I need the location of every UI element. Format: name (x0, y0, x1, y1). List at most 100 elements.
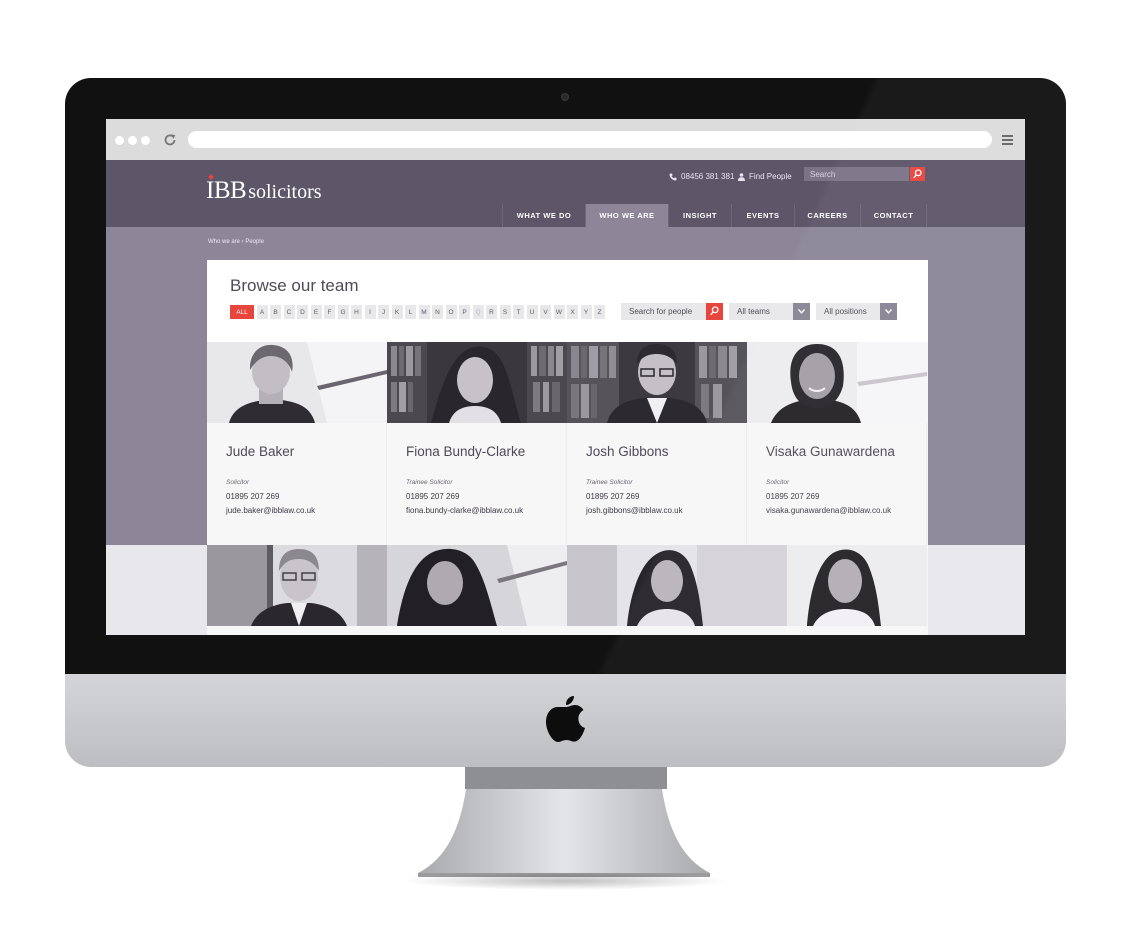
phone-link[interactable]: 08456 381 381 (669, 172, 734, 181)
person-info: Fiona Bundy-Clarke Trainee Solicitor 018… (387, 423, 567, 546)
site-header: IBB solicitors 08456 381 381 Find People … (106, 160, 1025, 227)
letter-filter[interactable]: I (364, 305, 376, 319)
person-role: Trainee Solicitor (406, 479, 453, 486)
person-info: Visaka Gunawardena Solicitor 01895 207 2… (747, 423, 927, 546)
person-role: Solicitor (766, 479, 790, 486)
nav-who-we-are[interactable]: WHO WE ARE (585, 204, 668, 227)
letter-filter[interactable]: B (270, 305, 281, 319)
person-email[interactable]: josh.gibbons@ibblaw.co.uk (586, 506, 683, 515)
person-phone[interactable]: 01895 207 269 (586, 492, 639, 501)
page-title: Browse our team (230, 276, 359, 295)
positions-select-value: All positions (824, 307, 867, 316)
person-phone[interactable]: 01895 207 269 (226, 492, 279, 501)
nav-contact[interactable]: CONTACT (860, 204, 927, 227)
nav-what-we-do[interactable]: WHAT WE DO (502, 204, 585, 227)
logo-ibb-text: IBB (206, 177, 247, 204)
search-icon (710, 306, 719, 316)
people-search-button[interactable] (706, 303, 723, 320)
letter-filter[interactable]: D (297, 305, 308, 319)
browser-chrome (106, 119, 1025, 160)
breadcrumb[interactable]: Who we are › People (208, 239, 264, 245)
main-nav: WHAT WE DO WHO WE ARE INSIGHT EVENTS CAR… (502, 204, 927, 227)
chevron-down-icon (880, 303, 897, 320)
letter-filter[interactable]: Y (580, 305, 592, 319)
person-icon (738, 173, 745, 181)
letter-filter[interactable]: A (256, 305, 268, 319)
letter-filter[interactable]: N (432, 305, 443, 319)
apple-logo-icon (546, 696, 585, 742)
letter-filter[interactable]: P (459, 305, 470, 319)
alphabet-filter: ALL A B C D E F G H I J K L M N O P Q R … (230, 305, 608, 319)
person-role: Solicitor (226, 479, 250, 486)
person-name[interactable]: Josh Gibbons (586, 444, 669, 459)
window-maximize-dot[interactable] (141, 136, 150, 145)
person-name[interactable]: Fiona Bundy-Clarke (406, 444, 525, 459)
teams-select-value: All teams (737, 307, 770, 316)
header-search-button[interactable] (910, 167, 925, 181)
person-email[interactable]: fiona.bundy-clarke@ibblaw.co.uk (406, 506, 523, 515)
header-search-input[interactable] (804, 167, 909, 181)
camera-icon (561, 93, 569, 101)
person-photo (747, 342, 927, 423)
ibb-logo[interactable]: IBB solicitors (206, 174, 322, 205)
person-phone[interactable]: 01895 207 269 (766, 492, 819, 501)
person-phone[interactable]: 01895 207 269 (406, 492, 459, 501)
letter-filter[interactable]: H (351, 305, 362, 319)
letter-filter[interactable]: M (418, 305, 430, 319)
people-search-input[interactable] (621, 303, 706, 320)
letter-filter[interactable]: Z (594, 305, 605, 319)
person-photo (387, 342, 567, 423)
letter-filter[interactable]: T (513, 305, 524, 319)
stand-shadow (400, 872, 730, 890)
person-photo[interactable] (747, 545, 927, 626)
address-bar[interactable] (188, 131, 992, 148)
person-photo[interactable] (567, 545, 747, 626)
letter-filter[interactable]: F (324, 305, 335, 319)
person-photo[interactable] (207, 545, 387, 626)
letter-filter[interactable]: G (337, 305, 349, 319)
imac-stand (418, 789, 710, 877)
letter-filter[interactable]: C (283, 305, 295, 319)
person-role: Trainee Solicitor (586, 479, 633, 486)
search-icon (913, 169, 922, 179)
letter-filter[interactable]: E (310, 305, 322, 319)
chevron-down-icon (793, 303, 810, 320)
screen: IBB solicitors 08456 381 381 Find People … (106, 119, 1025, 635)
hamburger-menu-icon[interactable] (1002, 135, 1013, 145)
letter-filter[interactable]: O (445, 305, 457, 319)
teams-select[interactable]: All teams (729, 303, 810, 320)
nav-events[interactable]: EVENTS (731, 204, 794, 227)
nav-careers[interactable]: CAREERS (794, 204, 860, 227)
person-photo[interactable] (387, 545, 567, 626)
person-name[interactable]: Jude Baker (226, 444, 294, 459)
letter-filter[interactable]: Q (472, 305, 484, 319)
window-minimize-dot[interactable] (128, 136, 137, 145)
window-close-dot[interactable] (115, 136, 124, 145)
person-photo (567, 342, 747, 423)
letter-filter[interactable]: R (486, 305, 497, 319)
phone-number: 08456 381 381 (681, 172, 735, 181)
letter-filter[interactable]: W (553, 305, 565, 319)
letter-filter[interactable]: J (378, 305, 389, 319)
imac-neck (465, 767, 667, 789)
reload-icon[interactable] (163, 133, 177, 147)
find-people-link[interactable]: Find People (738, 172, 792, 181)
phone-icon (669, 173, 677, 181)
letter-filter[interactable]: U (526, 305, 538, 319)
letter-filter[interactable]: S (499, 305, 511, 319)
person-name[interactable]: Visaka Gunawardena (766, 444, 895, 459)
letter-filter[interactable]: L (405, 305, 416, 319)
person-info: Jude Baker Solicitor 01895 207 269 jude.… (207, 423, 387, 546)
person-info: Josh Gibbons Trainee Solicitor 01895 207… (567, 423, 747, 546)
letter-filter[interactable]: X (567, 305, 578, 319)
person-photo (207, 342, 387, 423)
nav-insight[interactable]: INSIGHT (668, 204, 731, 227)
filter-bar: Browse our team ALL A B C D E F G H I J … (207, 260, 928, 342)
letter-filter[interactable]: K (391, 305, 403, 319)
letter-filter[interactable]: V (540, 305, 551, 319)
letter-filter-all[interactable]: ALL (230, 305, 254, 319)
logo-solicitors-text: solicitors (248, 181, 322, 203)
positions-select[interactable]: All positions (816, 303, 897, 320)
person-email[interactable]: jude.baker@ibblaw.co.uk (226, 506, 315, 515)
person-email[interactable]: visaka.gunawardena@ibblaw.co.uk (766, 506, 891, 515)
